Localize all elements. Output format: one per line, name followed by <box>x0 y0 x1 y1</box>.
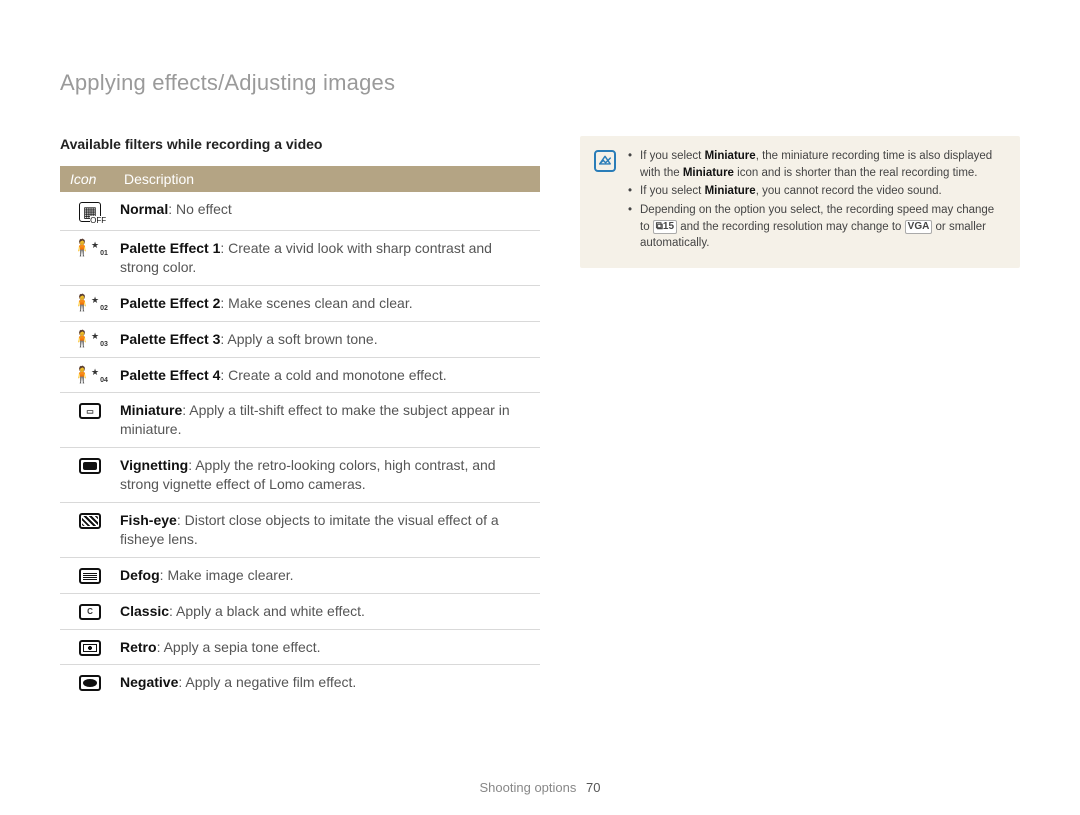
palette-3-icon: 🧍★03 <box>60 330 120 348</box>
footer-section: Shooting options <box>480 780 577 795</box>
row-description: Normal: No effect <box>120 200 540 219</box>
row-description: Miniature: Apply a tilt-shift effect to … <box>120 401 540 439</box>
palette-2-icon: 🧍★02 <box>60 294 120 312</box>
table-row: ▭ Miniature: Apply a tilt-shift effect t… <box>60 393 540 448</box>
table-row: 🧍★02 Palette Effect 2: Make scenes clean… <box>60 286 540 322</box>
info-column: If you select Miniature, the miniature r… <box>580 136 1020 700</box>
retro-icon <box>60 638 120 656</box>
table-row: Retro: Apply a sepia tone effect. <box>60 630 540 666</box>
row-description: Palette Effect 1: Create a vivid look wi… <box>120 239 540 277</box>
table-row: Defog: Make image clearer. <box>60 558 540 594</box>
row-description: Palette Effect 2: Make scenes clean and … <box>120 294 540 313</box>
row-description: Fish-eye: Distort close objects to imita… <box>120 511 540 549</box>
row-description: Palette Effect 3: Apply a soft brown ton… <box>120 330 540 349</box>
normal-off-icon: ▦OFF <box>60 200 120 222</box>
row-description: Palette Effect 4: Create a cold and mono… <box>120 366 540 385</box>
row-description: Negative: Apply a negative film effect. <box>120 673 540 692</box>
table-row: Negative: Apply a negative film effect. <box>60 665 540 700</box>
page-title: Applying effects/Adjusting images <box>60 70 1020 96</box>
row-description: Defog: Make image clearer. <box>120 566 540 585</box>
row-description: Retro: Apply a sepia tone effect. <box>120 638 540 657</box>
table-header: Icon Description <box>60 166 540 192</box>
rec-speed-icon: ⧉15 <box>653 220 677 234</box>
defog-icon <box>60 566 120 584</box>
table-row: Vignetting: Apply the retro-looking colo… <box>60 448 540 503</box>
filters-table-column: Available filters while recording a vide… <box>60 136 540 700</box>
table-row: Fish-eye: Distort close objects to imita… <box>60 503 540 558</box>
info-item: If you select Miniature, the miniature r… <box>628 148 1004 181</box>
th-description: Description <box>120 171 540 187</box>
section-heading: Available filters while recording a vide… <box>60 136 540 152</box>
info-list: If you select Miniature, the miniature r… <box>628 148 1004 254</box>
info-note-icon <box>594 150 616 172</box>
info-item: Depending on the option you select, the … <box>628 202 1004 252</box>
info-box: If you select Miniature, the miniature r… <box>580 136 1020 268</box>
miniature-icon: ▭ <box>60 401 120 419</box>
palette-4-icon: 🧍★04 <box>60 366 120 384</box>
table-body: ▦OFF Normal: No effect 🧍★01 Palette Effe… <box>60 192 540 700</box>
footer-page-number: 70 <box>586 780 600 795</box>
table-row: C Classic: Apply a black and white effec… <box>60 594 540 630</box>
table-row: 🧍★01 Palette Effect 1: Create a vivid lo… <box>60 231 540 286</box>
negative-icon <box>60 673 120 691</box>
th-icon: Icon <box>60 171 120 187</box>
table-row: 🧍★04 Palette Effect 4: Create a cold and… <box>60 358 540 394</box>
classic-icon: C <box>60 602 120 620</box>
table-row: 🧍★03 Palette Effect 3: Apply a soft brow… <box>60 322 540 358</box>
vga-icon: VGA <box>905 220 933 234</box>
row-description: Classic: Apply a black and white effect. <box>120 602 540 621</box>
vignetting-icon <box>60 456 120 474</box>
table-row: ▦OFF Normal: No effect <box>60 192 540 231</box>
fisheye-icon <box>60 511 120 529</box>
page-footer: Shooting options 70 <box>0 780 1080 795</box>
info-item: If you select Miniature, you cannot reco… <box>628 183 1004 200</box>
palette-1-icon: 🧍★01 <box>60 239 120 257</box>
row-description: Vignetting: Apply the retro-looking colo… <box>120 456 540 494</box>
